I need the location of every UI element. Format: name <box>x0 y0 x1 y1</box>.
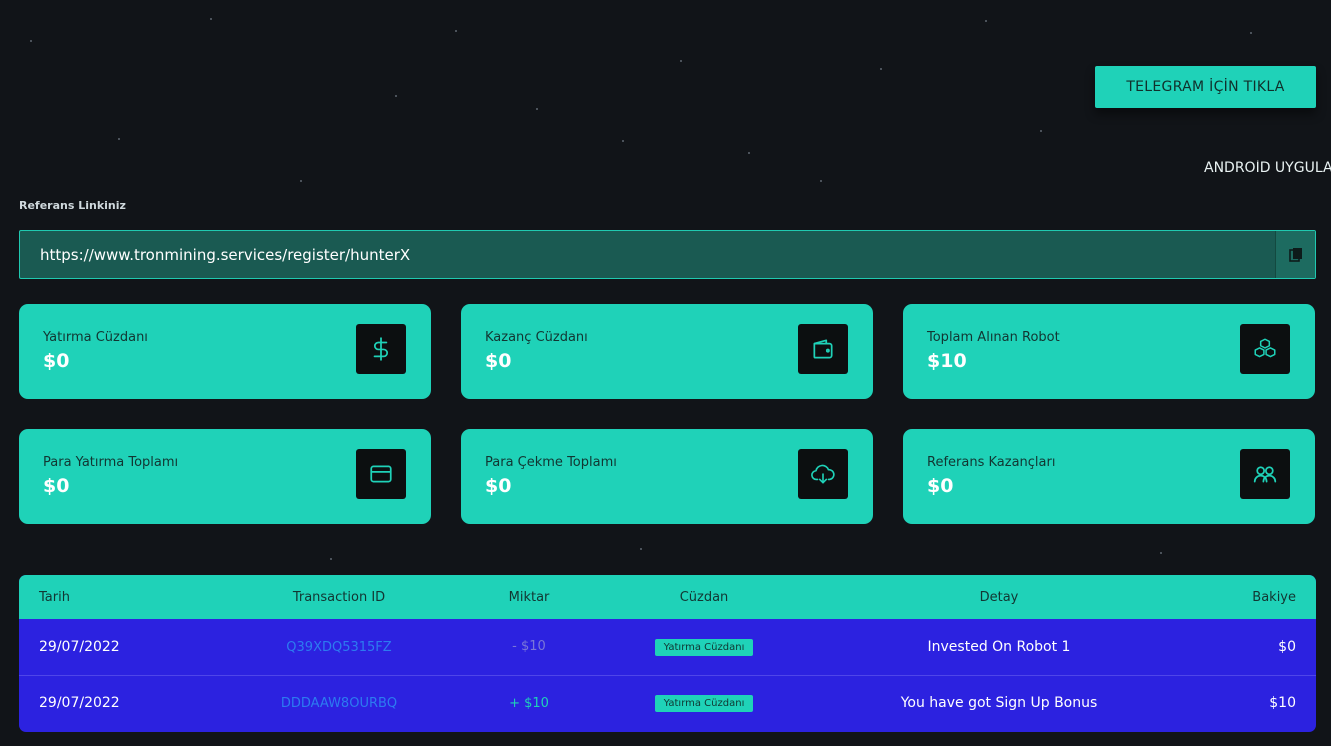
balance-cell: $0 <box>1278 638 1296 655</box>
card-value: $0 <box>485 475 512 497</box>
detail-cell: Invested On Robot 1 <box>927 638 1071 655</box>
transaction-id-link[interactable]: Q39XDQ5315FZ <box>286 640 391 655</box>
table-row: 29/07/2022 DDDAAW8OURBQ + $10 Yatırma Cü… <box>19 675 1316 731</box>
card-total-withdrawals: Para Çekme Toplamı $0 <box>461 429 873 524</box>
column-header: Tarih <box>39 589 70 605</box>
credit-card-icon <box>370 465 392 483</box>
column-header: Bakiye <box>1252 589 1296 605</box>
card-title: Referans Kazançları <box>927 455 1056 470</box>
card-value: $0 <box>43 475 70 497</box>
telegram-button[interactable]: TELEGRAM İÇİN TIKLA <box>1095 66 1316 108</box>
dollar-icon <box>373 337 389 361</box>
column-header: Cüzdan <box>679 589 729 605</box>
card-title: Para Çekme Toplamı <box>485 455 617 470</box>
card-value: $0 <box>43 350 70 372</box>
table-row: 29/07/2022 Q39XDQ5315FZ - $10 Yatırma Cü… <box>19 619 1316 675</box>
wallet-badge: Yatırma Cüzdanı <box>654 695 754 713</box>
wallet-icon <box>813 339 833 359</box>
card-title: Kazanç Cüzdanı <box>485 330 588 345</box>
referral-label: Referans Linkiniz <box>19 199 126 212</box>
column-header: Transaction ID <box>292 589 386 605</box>
column-header: Miktar <box>508 589 550 605</box>
copy-icon <box>1288 247 1302 262</box>
card-title: Yatırma Cüzdanı <box>43 330 148 345</box>
column-header: Detay <box>979 589 1019 605</box>
users-icon <box>1253 466 1277 483</box>
card-title: Para Yatırma Toplamı <box>43 455 179 470</box>
card-deposit-wallet: Yatırma Cüzdanı $0 <box>19 304 431 399</box>
balance-cell: $10 <box>1269 695 1296 712</box>
date-cell: 29/07/2022 <box>39 695 120 712</box>
cloud-download-icon <box>811 464 835 484</box>
card-total-deposits: Para Yatırma Toplamı $0 <box>19 429 431 524</box>
card-referral-earnings: Referans Kazançları $0 <box>903 429 1315 524</box>
referral-link-input[interactable] <box>20 231 1275 278</box>
card-value: $10 <box>927 350 967 372</box>
transaction-id-link[interactable]: DDDAAW8OURBQ <box>281 696 397 711</box>
copy-button[interactable] <box>1275 231 1315 278</box>
card-value: $0 <box>927 475 954 497</box>
card-title: Toplam Alınan Robot <box>927 330 1060 345</box>
amount-cell: - $10 <box>512 639 546 655</box>
date-cell: 29/07/2022 <box>39 638 120 655</box>
wallet-badge: Yatırma Cüzdanı <box>654 638 754 656</box>
card-earnings-wallet: Kazanç Cüzdanı $0 <box>461 304 873 399</box>
android-app-link[interactable]: ANDROİD UYGULAMASI <box>1204 160 1331 176</box>
detail-cell: You have got Sign Up Bonus <box>900 695 1098 712</box>
cubes-icon <box>1254 338 1276 358</box>
table-header-row: Tarih Transaction ID Miktar Cüzdan Detay… <box>19 575 1316 619</box>
card-value: $0 <box>485 350 512 372</box>
card-total-robots: Toplam Alınan Robot $10 <box>903 304 1315 399</box>
transactions-table: Tarih Transaction ID Miktar Cüzdan Detay… <box>19 575 1316 732</box>
referral-link-box <box>19 230 1316 279</box>
amount-cell: + $10 <box>509 695 549 711</box>
